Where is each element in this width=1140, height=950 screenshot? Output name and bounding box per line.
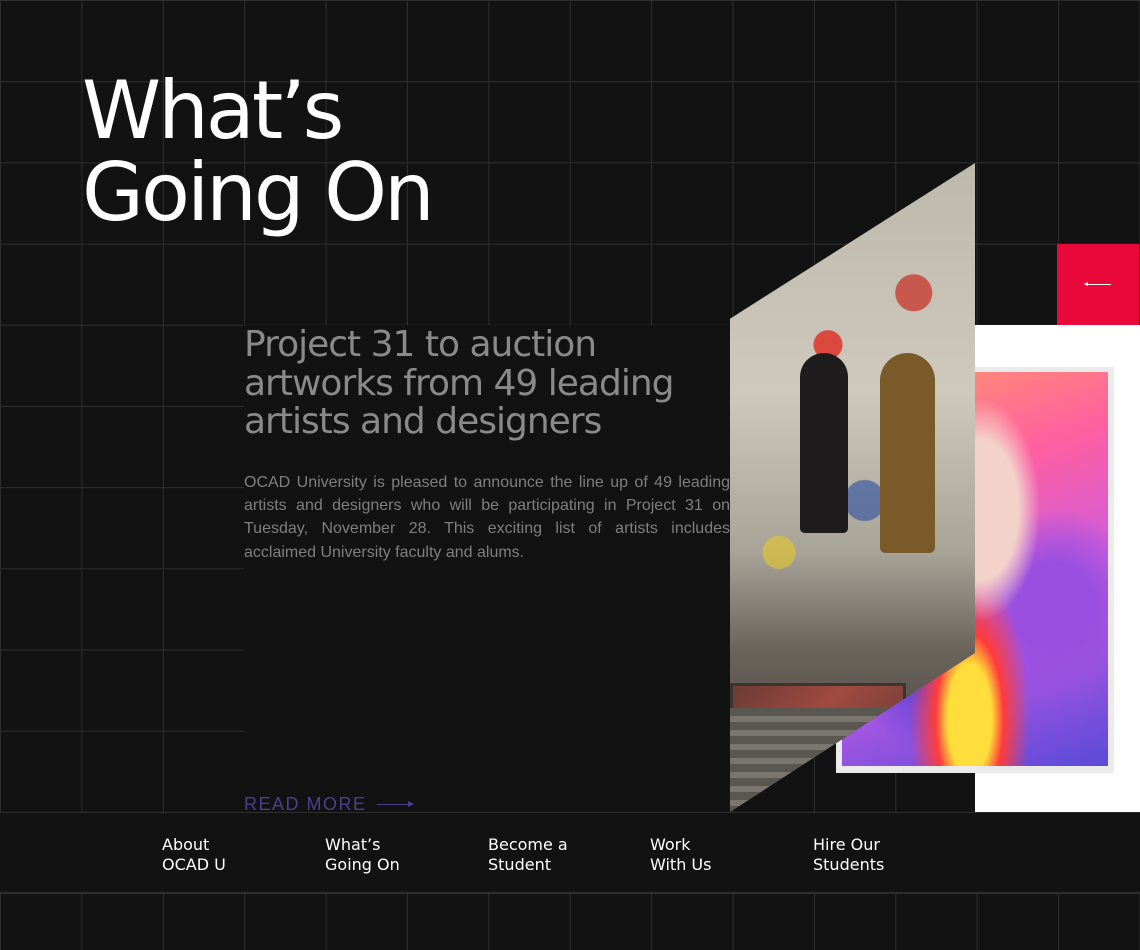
page-title-line-2: Going On [82,146,435,239]
nav-item-hire-our-students[interactable]: Hire Our Students [813,835,953,875]
slider-prev-button[interactable] [1057,244,1139,325]
nav-item-work-with-us[interactable]: Work With Us [650,835,790,875]
bottom-nav: About OCAD U What’s Going On Become a St… [0,812,1140,893]
nav-item-about[interactable]: About OCAD U [162,835,302,875]
nav-item-label: Going On [325,855,400,874]
feature-headline[interactable]: Project 31 to auction artworks from 49 l… [244,325,724,442]
page-title: What’s Going On [82,64,435,239]
nav-item-label: What’s [325,835,381,854]
feature-body: OCAD University is pleased to announce t… [244,474,730,561]
nav-item-become-a-student[interactable]: Become a Student [488,835,628,875]
page-title-line-1: What’s [82,64,344,157]
nav-item-whats-going-on[interactable]: What’s Going On [325,835,465,875]
nav-item-label: About [162,835,210,854]
person-figure [800,353,848,533]
person-figure [880,353,935,553]
arrow-right-icon [376,801,414,807]
nav-item-label: Students [813,855,885,874]
arrow-left-icon [1084,282,1111,286]
nav-item-label: Student [488,855,551,874]
nav-item-label: With Us [650,855,712,874]
nav-item-label: Hire Our [813,835,880,854]
nav-item-label: Become a [488,835,568,854]
nav-item-label: Work [650,835,691,854]
nav-item-label: OCAD U [162,855,226,874]
